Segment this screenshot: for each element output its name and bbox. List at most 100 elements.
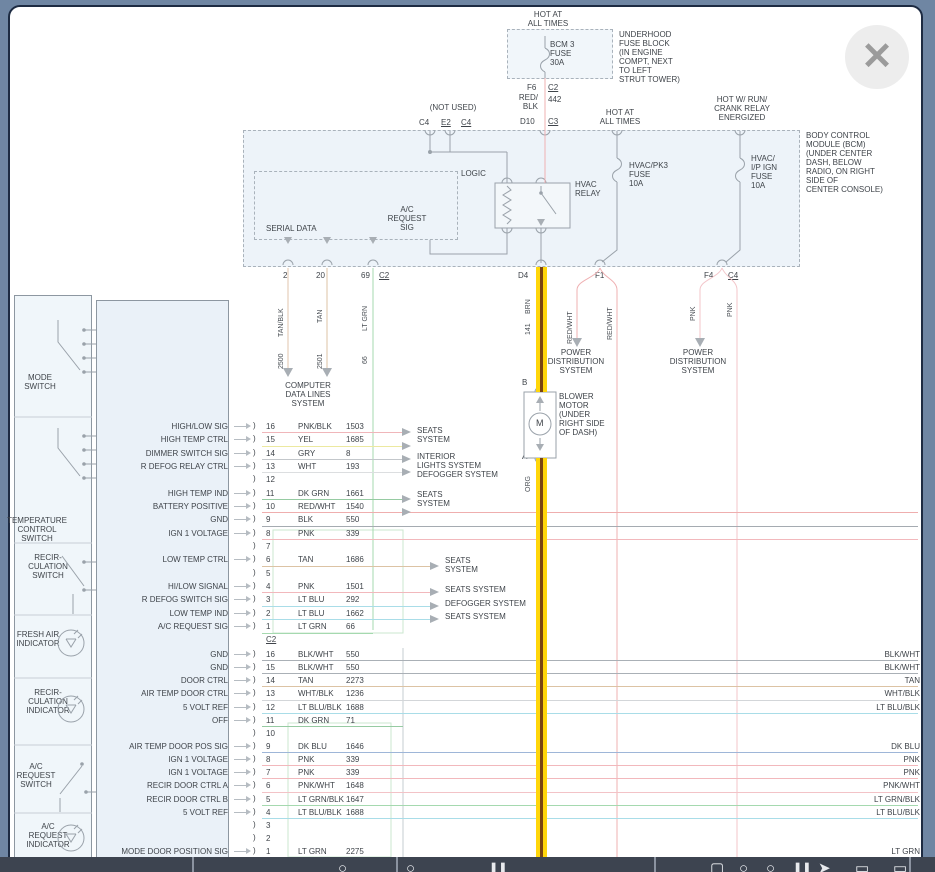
toolbar-icon-3[interactable]: ❚❚ (489, 861, 507, 872)
connector-bracket-icon: ) (253, 807, 256, 816)
wire-color: BLK/WHT (298, 650, 334, 659)
right-wire-label: BLK/WHT (884, 663, 920, 672)
toolbar-icon-1[interactable]: ○ (338, 861, 347, 872)
right-wire-label: TAN (905, 676, 920, 685)
close-button[interactable]: ✕ (845, 25, 909, 89)
table-row: )5 (96, 567, 922, 580)
circuit-number: 66 (346, 622, 355, 631)
circuit-number: 1688 (346, 703, 364, 712)
signal-label: IGN 1 VOLTAGE (96, 768, 228, 777)
pin-number: 11 (266, 489, 274, 498)
left-arrow-icon (234, 654, 247, 655)
circuit-number: 1236 (346, 689, 364, 698)
pin-number: 3 (266, 821, 270, 830)
connector-bracket-icon: ) (253, 448, 256, 457)
circuit-number: 339 (346, 768, 359, 777)
fresh-air-indicator-symbol (58, 630, 84, 656)
right-wire-label: DK BLU (891, 742, 920, 751)
signal-label: IGN 1 VOLTAGE (96, 755, 228, 764)
ac-request-switch-symbol (60, 763, 96, 812)
toolbar-icon-2[interactable]: ○ (406, 861, 415, 872)
left-arrow-icon (234, 693, 247, 694)
recirculation-switch-symbol (62, 556, 96, 614)
dest-defogger-system: DEFOGGER SYSTEM (445, 599, 526, 608)
toolbar-icon-5[interactable]: ○ (739, 861, 748, 872)
table-row: IGN 1 VOLTAGE)7PNK339PNK (96, 766, 922, 779)
highlighted-org-wire[interactable] (536, 458, 547, 858)
right-wire-label: PNK/WHT (883, 781, 920, 790)
bcm-connector-table: GND)16BLK/WHT550BLK/WHT GND)15BLK/WHT550… (96, 648, 922, 858)
pin-number: 9 (266, 515, 270, 524)
left-arrow-icon (234, 785, 247, 786)
wiring-diagram: HOT AT ALL TIMES BCM 3 FUSE 30A UNDERHOO… (0, 0, 935, 872)
signal-label: DOOR CTRL (96, 676, 228, 685)
connector-bracket-icon: ) (253, 594, 256, 603)
pin-number: 15 (266, 663, 275, 672)
toolbar-icon-10[interactable]: ▭ (893, 861, 907, 872)
signal-label: AIR TEMP DOOR CTRL (96, 689, 228, 698)
circuit-number: 1662 (346, 609, 364, 618)
pin-number: 1 (266, 847, 270, 856)
left-arrow-icon (234, 707, 247, 708)
wire-color: LT GRN/BLK (298, 795, 344, 804)
right-wire-label: LT GRN/BLK (874, 795, 920, 804)
toolbar-icon-7[interactable]: ❚❚ (793, 861, 811, 872)
circuit-number: 71 (346, 716, 355, 725)
signal-label: GND (96, 663, 228, 672)
signal-label: GND (96, 650, 228, 659)
wire-arrow-icon (430, 588, 439, 596)
pin-number: 14 (266, 676, 275, 685)
table-row: AIR TEMP DOOR CTRL)13WHT/BLK1236WHT/BLK (96, 687, 922, 700)
wire-color: LT BLU/BLK (298, 703, 342, 712)
left-arrow-icon (234, 586, 247, 587)
signal-label: R DEFOG RELAY CTRL (96, 462, 228, 471)
table-row: OFF)11DK GRN71 (96, 714, 922, 727)
wire-arrow-icon (402, 468, 411, 476)
circuit-number: 339 (346, 529, 359, 538)
pin-number: 7 (266, 542, 270, 551)
temp-control-switch-symbol (58, 428, 96, 479)
pin-number: 8 (266, 755, 270, 764)
pin-number: 5 (266, 569, 270, 578)
table-row: )2 (96, 832, 922, 845)
connector-bracket-icon: ) (253, 715, 256, 724)
signal-label: 5 VOLT REF (96, 808, 228, 817)
toolbar-divider (396, 857, 398, 872)
table-row: GND)16BLK/WHT550BLK/WHT (96, 648, 922, 661)
circuit-number: 193 (346, 462, 359, 471)
connector-bracket-icon: ) (253, 621, 256, 630)
wire-color: DK BLU (298, 742, 327, 751)
toolbar-icon-9[interactable]: ▭ (855, 861, 869, 872)
wire-color: LT GRN (298, 622, 327, 631)
connector-bracket-icon: ) (253, 528, 256, 537)
connector-bracket-icon: ) (253, 474, 256, 483)
toolbar-icon-8[interactable]: ➤ (818, 861, 831, 872)
left-arrow-icon (234, 599, 247, 600)
wire-color: TAN (298, 555, 313, 564)
pin-number: 2 (266, 609, 270, 618)
dest-defogger-system: DEFOGGER SYSTEM (417, 470, 498, 479)
wire-color: RED/WHT (298, 502, 335, 511)
connector-bracket-icon: ) (253, 780, 256, 789)
toolbar-icon-4[interactable]: ▢ (710, 861, 724, 872)
pin-number: 8 (266, 529, 270, 538)
left-arrow-icon (234, 559, 247, 560)
connector-bracket-icon: ) (253, 581, 256, 590)
table-row: GND)15BLK/WHT550BLK/WHT (96, 661, 922, 674)
connector-bracket-icon: ) (253, 702, 256, 711)
connector-bracket-icon: ) (253, 767, 256, 776)
signal-label: HIGH/LOW SIG (96, 422, 228, 431)
left-arrow-icon (234, 667, 247, 668)
wire-arrow-icon (402, 508, 411, 516)
left-arrow-icon (234, 439, 247, 440)
signal-label: R DEFOG SWITCH SIG (96, 595, 228, 604)
connector-bracket-icon: ) (253, 421, 256, 430)
recirculation-indicator-symbol (58, 696, 84, 722)
motor-symbol-m: M (536, 419, 544, 428)
toolbar-icon-6[interactable]: ○ (766, 861, 775, 872)
wire-color: PNK (298, 768, 314, 777)
connector-bracket-icon: ) (253, 501, 256, 510)
circuit-number: 339 (346, 755, 359, 764)
dest-seats-system: SEATS SYSTEM (417, 426, 450, 444)
left-arrow-icon (234, 799, 247, 800)
